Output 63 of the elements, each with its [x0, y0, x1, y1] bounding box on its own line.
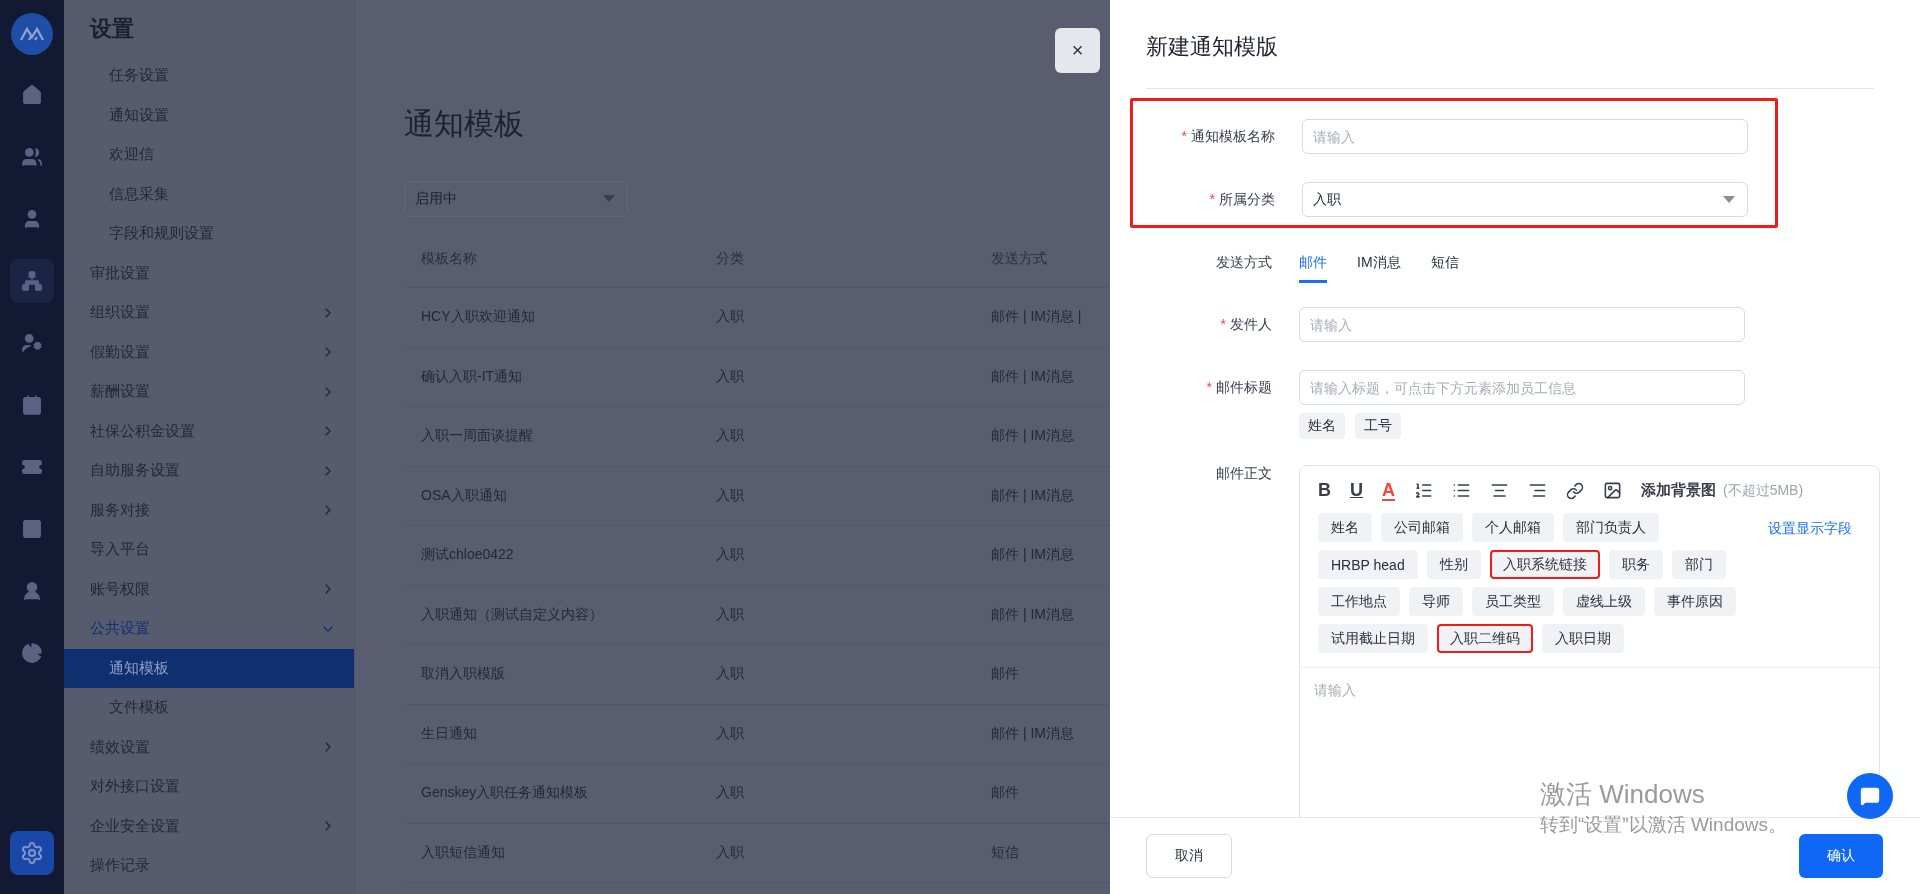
tab[interactable]: IM消息 — [1357, 242, 1401, 283]
field-label: * 通知模板名称 — [1180, 127, 1275, 146]
field-chip[interactable]: 员工类型 — [1472, 587, 1554, 616]
settings-icon[interactable] — [10, 831, 54, 875]
text-color-button[interactable]: A — [1382, 480, 1395, 501]
required-mark: * — [1220, 315, 1226, 332]
field-chip[interactable]: 工作地点 — [1318, 587, 1400, 616]
subject-input[interactable]: 请输入标题，可点击下方元素添加员工信息 — [1299, 370, 1745, 405]
org-chart-icon[interactable] — [10, 259, 54, 303]
field-label: * 发件人 — [1219, 315, 1272, 334]
chat-icon — [1860, 786, 1880, 806]
caret-icon — [1723, 195, 1735, 204]
field-settings-link[interactable]: 设置显示字段 — [1768, 513, 1852, 653]
background-image-button[interactable]: 添加背景图 — [1641, 481, 1716, 500]
align-center-icon[interactable] — [1490, 481, 1509, 500]
numbered-list-icon[interactable] — [1414, 481, 1433, 500]
name-input[interactable]: 请输入 — [1302, 119, 1748, 154]
drawer-title: 新建通知模版 — [1146, 33, 1278, 61]
bold-button[interactable]: B — [1318, 480, 1331, 501]
underline-button[interactable]: U — [1350, 480, 1363, 501]
editor-placeholder: 请输入 — [1313, 681, 1357, 700]
field-tag[interactable]: 工号 — [1355, 413, 1401, 439]
link-icon[interactable] — [1566, 481, 1584, 500]
field-chip[interactable]: 虚线上级 — [1563, 587, 1645, 616]
field-chip[interactable]: 职务 — [1608, 550, 1663, 579]
field-chip[interactable]: 试用截止日期 — [1318, 624, 1428, 653]
field-chip[interactable]: 性别 — [1426, 550, 1481, 579]
field-chip[interactable]: 部门负责人 — [1563, 513, 1659, 542]
field-chip[interactable]: 姓名 — [1318, 513, 1372, 542]
close-button[interactable]: × — [1055, 28, 1100, 73]
confirm-button[interactable]: 确认 — [1799, 834, 1883, 878]
category-select[interactable]: 入职 — [1302, 182, 1748, 217]
field-label: 邮件正文 — [1215, 465, 1272, 483]
field-chip[interactable]: 公司邮箱 — [1381, 513, 1463, 542]
field-chip[interactable]: 导师 — [1409, 587, 1463, 616]
align-right-icon[interactable] — [1528, 481, 1547, 500]
image-icon[interactable] — [1603, 481, 1622, 500]
tab[interactable]: 短信 — [1430, 242, 1459, 283]
sidebar-title: 设置 — [88, 15, 135, 43]
field-chip[interactable]: 入职系统链接 — [1489, 550, 1600, 579]
activation-title: 激活 Windows — [1540, 778, 1706, 811]
field-chip[interactable]: 入职日期 — [1542, 624, 1624, 653]
required-mark: * — [1181, 127, 1187, 144]
field-tag[interactable]: 姓名 — [1299, 413, 1345, 439]
field-label: * 所属分类 — [1208, 190, 1275, 209]
size-hint: (不超过5MB) — [1723, 481, 1804, 500]
caret-icon — [603, 195, 615, 203]
required-mark: * — [1209, 190, 1215, 207]
sidebar-item[interactable]: 通知模板 — [64, 648, 354, 688]
field-label: * 邮件标题 — [1205, 378, 1272, 397]
bullet-list-icon[interactable] — [1452, 481, 1471, 500]
sender-input[interactable]: 请输入 — [1299, 307, 1745, 342]
cancel-button[interactable]: 取消 — [1146, 834, 1232, 878]
required-mark: * — [1206, 379, 1212, 395]
field-chip[interactable]: 入职二维码 — [1437, 624, 1533, 653]
field-chip[interactable]: 事件原因 — [1654, 587, 1736, 616]
field-chip[interactable]: 部门 — [1671, 550, 1726, 579]
tab[interactable]: 邮件 — [1299, 242, 1327, 283]
field-chip[interactable]: 个人邮箱 — [1472, 513, 1554, 542]
logo-icon — [11, 13, 53, 55]
field-label: 发送方式 — [1215, 253, 1272, 272]
field-chip[interactable]: HRBP head — [1318, 550, 1418, 579]
page-title: 通知模板 — [404, 106, 525, 142]
